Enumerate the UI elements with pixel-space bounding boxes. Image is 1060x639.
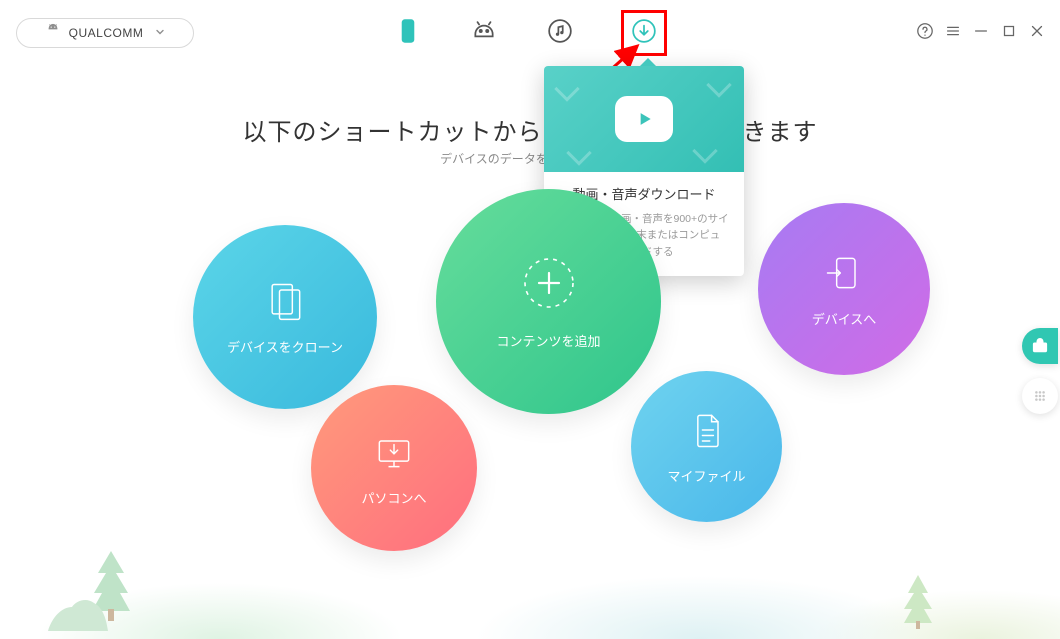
action-clone-device[interactable]: デバイスをクローン <box>193 225 377 409</box>
close-button[interactable] <box>1028 22 1046 40</box>
footer-landscape <box>0 529 1060 639</box>
action-to-pc[interactable]: パソコンへ <box>311 385 477 551</box>
tree-icon <box>900 575 936 629</box>
side-tab-grid[interactable] <box>1022 378 1058 414</box>
files-icon <box>685 408 729 452</box>
top-nav <box>393 10 667 56</box>
tablet-clone-icon <box>263 279 307 323</box>
to-pc-icon <box>372 430 416 474</box>
page-subtitle: デバイスのデータを読み込み中… <box>0 150 1060 167</box>
popover-header <box>544 66 744 172</box>
to-device-icon <box>822 251 866 295</box>
action-add-content[interactable]: コンテンツを追加 <box>436 189 661 414</box>
android-icon <box>45 23 61 44</box>
action-to-device-label: デバイスへ <box>812 309 877 328</box>
menu-button[interactable] <box>944 22 962 40</box>
add-plus-icon <box>519 253 579 313</box>
play-icon <box>615 96 673 142</box>
action-add-label: コンテンツを追加 <box>496 331 600 350</box>
tab-download[interactable] <box>621 10 667 56</box>
phone-icon <box>395 18 421 49</box>
topbar: QUALCOMM <box>0 0 1060 60</box>
action-clone-label: デバイスをクローン <box>227 337 343 356</box>
window-controls <box>916 22 1046 40</box>
tab-phone[interactable] <box>393 13 423 53</box>
action-my-files[interactable]: マイファイル <box>631 371 782 522</box>
download-circle-icon <box>631 18 657 49</box>
page-title: 以下のショートカットからクイック転送ができます <box>0 112 1060 147</box>
action-to-pc-label: パソコンへ <box>361 488 426 507</box>
action-to-device[interactable]: デバイスへ <box>758 203 930 375</box>
bush-icon <box>48 597 108 631</box>
android-head-icon <box>471 18 497 49</box>
action-my-files-label: マイファイル <box>667 466 745 485</box>
chevron-down-icon <box>155 24 165 42</box>
side-tabs <box>1022 328 1060 414</box>
tab-music[interactable] <box>545 13 575 53</box>
help-button[interactable] <box>916 22 934 40</box>
maximize-button[interactable] <box>1000 22 1018 40</box>
tab-android[interactable] <box>469 13 499 53</box>
music-icon <box>547 18 573 49</box>
minimize-button[interactable] <box>972 22 990 40</box>
side-tab-toolbox[interactable] <box>1022 328 1058 364</box>
device-name: QUALCOMM <box>69 26 144 40</box>
device-select[interactable]: QUALCOMM <box>16 18 194 48</box>
